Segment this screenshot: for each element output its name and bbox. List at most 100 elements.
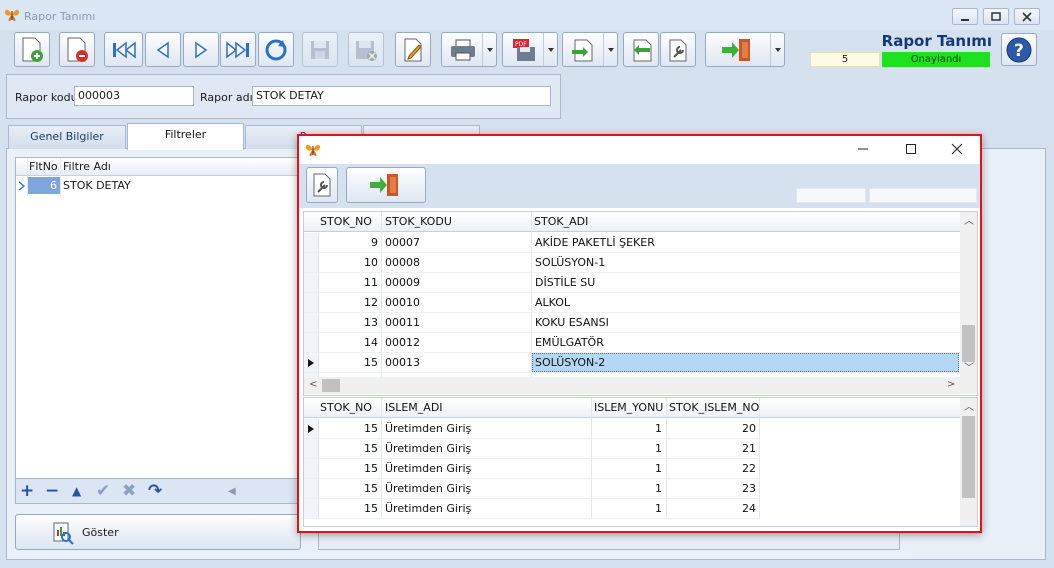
table-row[interactable]: 15 Üretimden Giriş 1 21 — [304, 439, 760, 459]
process-vscrollbar[interactable]: ︿ — [960, 398, 977, 526]
export-button[interactable] — [562, 32, 618, 67]
scroll-left-icon[interactable]: < — [309, 380, 317, 390]
refresh-button[interactable] — [258, 32, 294, 67]
table-row[interactable]: 12 00010 ALKOL — [304, 293, 960, 313]
cell-stok-kodu: 00013 — [385, 356, 420, 369]
move-up-icon[interactable]: ▲ — [72, 481, 81, 501]
scroll-down-icon[interactable]: ﹀ — [964, 364, 974, 374]
table-row[interactable]: 15 Üretimden Giriş 1 20 — [304, 419, 760, 439]
table-row[interactable]: 11 00009 DİSTİLE SU — [304, 273, 960, 293]
prev-record-button[interactable] — [145, 32, 181, 67]
popup-minimize-button[interactable] — [853, 141, 873, 157]
stock-hscrollbar[interactable]: < > — [304, 377, 977, 394]
table-row[interactable]: 9 00007 AKİDE PAKETLİ ŞEKER — [304, 233, 960, 253]
rapor-adi-input[interactable]: STOK DETAY — [252, 86, 551, 106]
edit-button[interactable] — [395, 32, 431, 67]
cell-stok-adi: ALKOL — [535, 296, 571, 309]
pdf-export-button[interactable]: PDF — [502, 32, 558, 67]
export-dropdown-button[interactable] — [603, 33, 617, 66]
undo-icon[interactable]: ↷ — [148, 481, 162, 501]
cell-islem-yonu: 1 — [655, 482, 662, 495]
filter-grid: FltNo Filtre Adı 6 STOK DETAY — [15, 157, 310, 479]
popup-maximize-button[interactable] — [901, 141, 921, 157]
popup-info-field-2 — [869, 188, 977, 203]
add-row-icon[interactable]: + — [20, 481, 34, 501]
header-stok-adi: STOK_ADI — [534, 215, 589, 228]
row-fltno: 6 — [28, 177, 60, 194]
exit-dropdown-button[interactable] — [770, 33, 784, 66]
tab-filtreler[interactable]: Filtreler — [127, 123, 244, 150]
tools-icon — [313, 173, 331, 197]
last-record-button[interactable] — [220, 32, 256, 67]
rapor-title: Rapor Tanımı — [881, 32, 992, 50]
popup-info-field-1 — [796, 188, 866, 203]
popup-exit-button[interactable] — [346, 167, 426, 203]
print-icon — [451, 39, 475, 60]
cell-stok-no: 15 — [364, 502, 378, 515]
new-doc-icon — [22, 37, 43, 62]
new-button[interactable] — [14, 32, 50, 67]
next-record-button[interactable] — [183, 32, 219, 67]
cell-stok-kodu: 00011 — [385, 316, 420, 329]
cell-stok-no: 10 — [364, 256, 378, 269]
pdf-dropdown-button[interactable] — [543, 33, 557, 66]
confirm-icon[interactable]: ✔ — [96, 481, 110, 501]
table-row[interactable]: 15 00013 SOLÜSYON-2 — [304, 353, 960, 373]
tab-genel-bilgiler[interactable]: Genel Bilgiler — [8, 125, 126, 149]
exit-button[interactable] — [705, 32, 785, 67]
svg-text:?: ? — [1014, 41, 1024, 61]
cell-stok-no: 9 — [371, 236, 378, 249]
cell-stok-adi: EMÜLGATÖR — [535, 336, 604, 349]
scroll-right-icon[interactable]: > — [947, 380, 955, 390]
cell-stok-no: 15 — [364, 482, 378, 495]
popup-tools-button[interactable] — [306, 167, 338, 203]
cell-islem-adi: Üretimden Giriş — [385, 442, 472, 455]
cell-stok-islem-no: 21 — [742, 442, 756, 455]
row-indicator-icon — [18, 181, 26, 191]
maximize-button[interactable] — [983, 8, 1009, 25]
popup-close-button[interactable] — [947, 141, 967, 157]
stock-vscrollbar[interactable]: ︿ ﹀ — [960, 212, 977, 377]
help-button[interactable]: ? — [1001, 33, 1037, 66]
table-row[interactable]: 15 Üretimden Giriş 1 24 — [304, 499, 760, 519]
exit-icon — [722, 38, 750, 61]
stock-vscroll-thumb[interactable] — [962, 325, 975, 362]
scroll-up-icon[interactable]: ︿ — [964, 403, 974, 413]
preview-icon — [53, 522, 74, 545]
scroll-up-icon[interactable]: ︿ — [964, 217, 974, 227]
header-stok-no: STOK_NO — [320, 215, 372, 228]
table-row[interactable]: 6 STOK DETAY — [16, 177, 309, 195]
table-row[interactable]: 15 Üretimden Giriş 1 22 — [304, 459, 760, 479]
cell-stok-adi: SOLÜSYON-1 — [535, 256, 606, 269]
rapor-kodu-input[interactable]: 000003 — [74, 86, 194, 106]
table-row[interactable]: 10 00008 SOLÜSYON-1 — [304, 253, 960, 273]
last-icon — [226, 40, 249, 59]
cancel-save-button[interactable] — [348, 32, 384, 67]
cell-stok-adi: KOKU ESANSI — [535, 316, 609, 329]
butterfly-logo-icon — [305, 144, 321, 157]
scroll-left-icon[interactable]: ◀ — [228, 486, 236, 497]
cancel-icon[interactable]: ✖ — [122, 481, 136, 501]
cell-stok-no: 14 — [364, 336, 378, 349]
goster-button[interactable]: Göster — [15, 514, 301, 550]
remove-row-icon[interactable]: − — [45, 481, 59, 501]
minimize-button[interactable] — [952, 8, 978, 25]
table-row[interactable]: 14 00012 EMÜLGATÖR — [304, 333, 960, 353]
table-row[interactable]: 15 Üretimden Giriş 1 23 — [304, 479, 760, 499]
delete-button[interactable] — [59, 32, 95, 67]
stock-popup-window: STOK_NO STOK_KODU STOK_ADI 9 00007 AKİDE P… — [297, 134, 982, 533]
process-vscroll-thumb[interactable] — [962, 416, 975, 498]
stock-hscroll-thumb[interactable] — [322, 379, 340, 392]
cell-stok-no: 13 — [364, 316, 378, 329]
prev-icon — [156, 41, 169, 58]
close-button[interactable] — [1014, 8, 1040, 25]
process-grid-header: STOK_NO ISLEM_ADI ISLEM_YONU STOK_ISLEM_… — [304, 398, 960, 418]
table-row[interactable]: 13 00011 KOKU ESANSI — [304, 313, 960, 333]
tools-button[interactable] — [660, 32, 696, 67]
import-button[interactable] — [623, 32, 659, 67]
print-button[interactable] — [441, 32, 497, 67]
first-record-button[interactable] — [104, 32, 143, 67]
cell-stok-no: 12 — [364, 296, 378, 309]
save-button[interactable] — [302, 32, 338, 67]
print-dropdown-button[interactable] — [482, 33, 496, 66]
